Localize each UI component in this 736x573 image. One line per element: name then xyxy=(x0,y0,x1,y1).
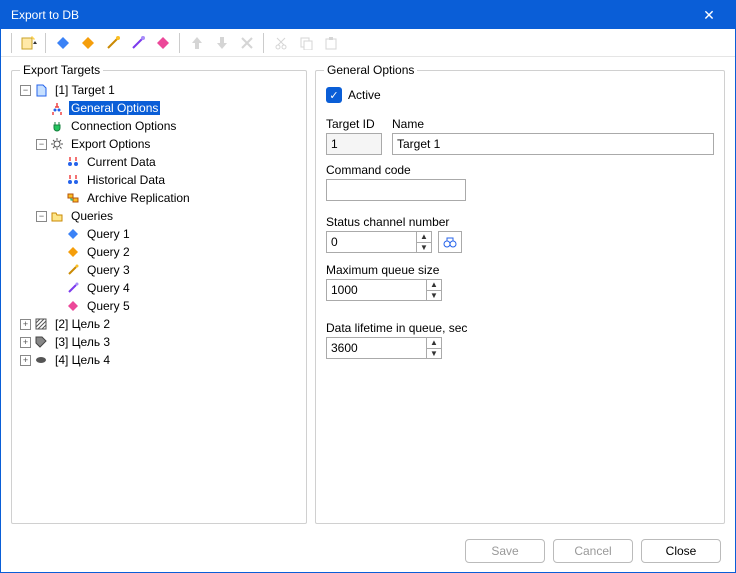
status-channel-stepper[interactable]: ▲▼ xyxy=(326,231,432,253)
general-options-title: General Options xyxy=(324,63,417,77)
copy-icon[interactable] xyxy=(295,32,317,54)
tree-node-target-2[interactable]: +[2] Цель 2 xyxy=(20,315,298,333)
spin-up-icon[interactable]: ▲ xyxy=(427,280,441,290)
lifetime-stepper[interactable]: ▲▼ xyxy=(326,337,714,359)
cancel-button[interactable]: Cancel xyxy=(553,539,633,563)
target-id-label: Target ID xyxy=(326,117,382,131)
collapse-icon[interactable]: − xyxy=(36,139,47,150)
oval-icon xyxy=(33,352,49,368)
name-field[interactable] xyxy=(392,133,714,155)
spin-down-icon[interactable]: ▼ xyxy=(427,348,441,359)
folder-icon xyxy=(49,208,65,224)
data-icon xyxy=(65,172,81,188)
wand-purple-icon[interactable] xyxy=(127,32,149,54)
collapse-icon[interactable]: − xyxy=(36,211,47,222)
close-icon[interactable]: ✕ xyxy=(689,7,729,24)
tree-node-target-3[interactable]: +[3] Цель 3 xyxy=(20,333,298,351)
window-title: Export to DB xyxy=(11,8,689,22)
titlebar: Export to DB ✕ xyxy=(1,1,735,29)
diamond-blue-icon[interactable] xyxy=(52,32,74,54)
status-channel-field[interactable] xyxy=(326,231,416,253)
expand-icon[interactable]: + xyxy=(20,319,31,330)
move-up-icon[interactable] xyxy=(186,32,208,54)
tree-node-archive-replication[interactable]: Archive Replication xyxy=(20,189,298,207)
tree-node-historical-data[interactable]: Historical Data xyxy=(20,171,298,189)
spin-down-icon[interactable]: ▼ xyxy=(417,242,431,253)
active-label: Active xyxy=(348,88,381,102)
expand-icon[interactable]: + xyxy=(20,337,31,348)
toolbar xyxy=(1,29,735,57)
command-code-label: Command code xyxy=(326,163,714,177)
status-channel-label: Status channel number xyxy=(326,215,714,229)
name-label: Name xyxy=(392,117,714,131)
tree-node-general-options[interactable]: General Options xyxy=(20,99,298,117)
max-queue-label: Maximum queue size xyxy=(326,263,714,277)
options-icon xyxy=(49,100,65,116)
spin-down-icon[interactable]: ▼ xyxy=(427,290,441,301)
tree-node-query-2[interactable]: Query 2 xyxy=(20,243,298,261)
targets-tree[interactable]: − [1] Target 1 General Options Connectio… xyxy=(20,81,298,369)
check-icon: ✓ xyxy=(326,87,342,103)
tree-node-query-3[interactable]: Query 3 xyxy=(20,261,298,279)
tree-node-queries[interactable]: − Queries xyxy=(20,207,298,225)
paste-icon[interactable] xyxy=(320,32,342,54)
dialog-footer: Save Cancel Close xyxy=(1,530,735,572)
command-code-field[interactable] xyxy=(326,179,466,201)
wand-orange-icon[interactable] xyxy=(102,32,124,54)
export-targets-title: Export Targets xyxy=(20,63,103,77)
hatch-icon xyxy=(33,316,49,332)
binoculars-icon xyxy=(443,235,457,249)
tree-node-export-options[interactable]: − Export Options xyxy=(20,135,298,153)
diamond-orange-icon[interactable] xyxy=(77,32,99,54)
diamond-orange-icon xyxy=(65,244,81,260)
diamond-pink-icon xyxy=(65,298,81,314)
new-dropdown-button[interactable] xyxy=(18,32,40,54)
tree-node-query-4[interactable]: Query 4 xyxy=(20,279,298,297)
general-options-panel: General Options ✓ Active Target ID Name … xyxy=(315,63,725,524)
tree-node-target-4[interactable]: +[4] Цель 4 xyxy=(20,351,298,369)
delete-icon[interactable] xyxy=(236,32,258,54)
active-checkbox[interactable]: ✓ Active xyxy=(326,87,714,103)
collapse-icon[interactable]: − xyxy=(20,85,31,96)
wand-orange-icon xyxy=(65,262,81,278)
tree-node-target-1[interactable]: − [1] Target 1 xyxy=(20,81,298,99)
replication-icon xyxy=(65,190,81,206)
close-button[interactable]: Close xyxy=(641,539,721,563)
browse-channel-button[interactable] xyxy=(438,231,462,253)
spin-up-icon[interactable]: ▲ xyxy=(417,232,431,242)
move-down-icon[interactable] xyxy=(211,32,233,54)
target-id-field xyxy=(326,133,382,155)
target-icon xyxy=(33,82,49,98)
tag-icon xyxy=(33,334,49,350)
max-queue-field[interactable] xyxy=(326,279,426,301)
tree-node-query-5[interactable]: Query 5 xyxy=(20,297,298,315)
tree-node-connection-options[interactable]: Connection Options xyxy=(20,117,298,135)
spin-up-icon[interactable]: ▲ xyxy=(427,338,441,348)
tree-node-current-data[interactable]: Current Data xyxy=(20,153,298,171)
tree-node-query-1[interactable]: Query 1 xyxy=(20,225,298,243)
max-queue-stepper[interactable]: ▲▼ xyxy=(326,279,442,301)
gear-icon xyxy=(49,136,65,152)
data-icon xyxy=(65,154,81,170)
lifetime-field[interactable] xyxy=(326,337,426,359)
diamond-pink-icon[interactable] xyxy=(152,32,174,54)
cut-icon[interactable] xyxy=(270,32,292,54)
wand-purple-icon xyxy=(65,280,81,296)
expand-icon[interactable]: + xyxy=(20,355,31,366)
export-targets-panel: Export Targets − [1] Target 1 General Op… xyxy=(11,63,307,524)
save-button[interactable]: Save xyxy=(465,539,545,563)
diamond-blue-icon xyxy=(65,226,81,242)
plug-icon xyxy=(49,118,65,134)
lifetime-label: Data lifetime in queue, sec xyxy=(326,321,714,335)
